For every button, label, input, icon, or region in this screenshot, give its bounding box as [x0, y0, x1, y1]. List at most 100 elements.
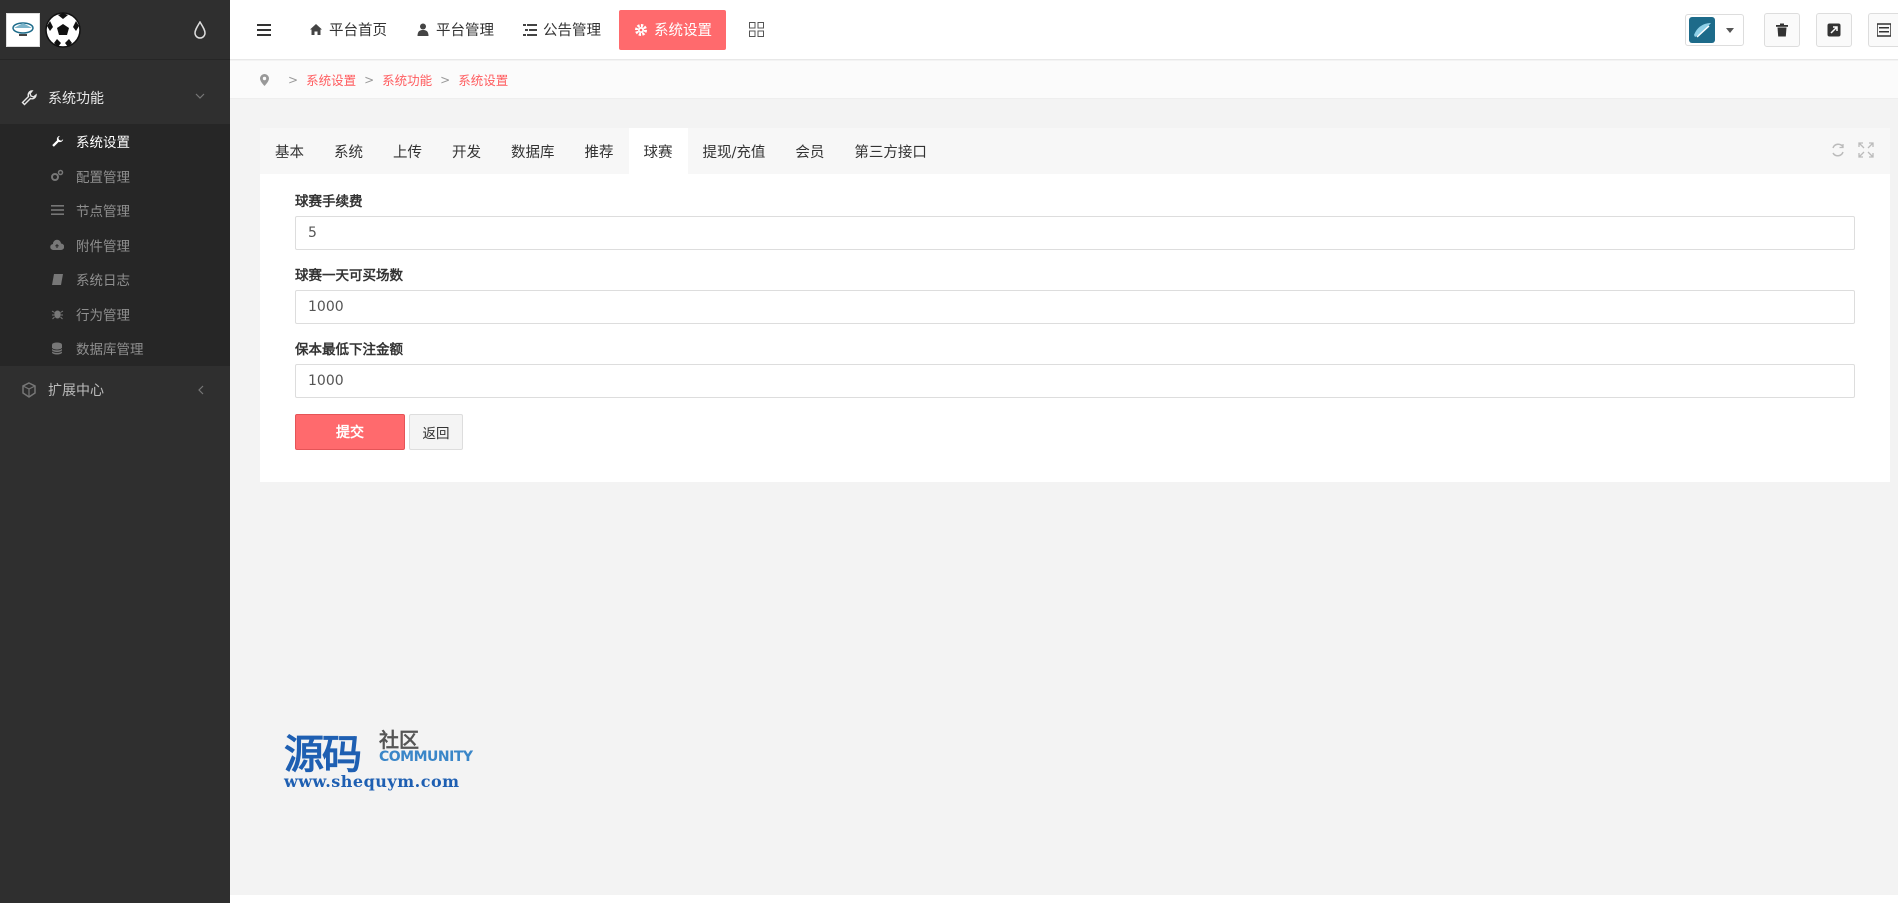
soccer-ball-logo: [44, 11, 82, 49]
top-nav-platform[interactable]: 平台管理: [401, 10, 508, 50]
trash-icon: [1775, 23, 1789, 37]
cloud-upload-icon: [50, 238, 64, 252]
settings-panel: 基本 系统 上传 开发 数据库 推荐 球赛 提现/充值 会员 第三方接口 球赛手…: [260, 128, 1890, 482]
tab-third-party[interactable]: 第三方接口: [839, 128, 942, 174]
list-icon: [50, 203, 64, 217]
top-header: 平台首页 平台管理 公告管理 系统设置: [230, 0, 1898, 60]
fullscreen-icon[interactable]: [1846, 142, 1874, 158]
sidebar-group-label: 扩展中心: [48, 382, 104, 399]
apps-grid-icon[interactable]: [746, 20, 766, 40]
sidebar-item-system-settings[interactable]: 系统设置: [0, 124, 230, 159]
sidebar-item-label: 配置管理: [76, 169, 130, 186]
submit-button[interactable]: 提交: [295, 414, 405, 450]
breadcrumb-separator: >: [288, 72, 299, 87]
watermark-english-text: COMMUNITY: [379, 749, 473, 765]
field-label: 保本最低下注金额: [295, 342, 403, 358]
external-link-icon: [1827, 23, 1841, 37]
sidebar-item-label: 数据库管理: [76, 342, 144, 359]
sidebar: 系统功能 系统设置 配置管理 节点管理 附件管理 系统日志 行为管理 数据库管理…: [0, 0, 230, 903]
sidebar-item-behavior[interactable]: 行为管理: [0, 297, 230, 332]
match-settings-form: 球赛手续费 球赛一天可买场数 保本最低下注金额 提交 返回: [260, 174, 1890, 450]
top-nav-label: 系统设置: [654, 23, 712, 39]
layout-toggle-button[interactable]: [1868, 13, 1898, 47]
chevron-left-icon: [196, 384, 206, 396]
top-nav-label: 公告管理: [543, 23, 601, 39]
daily-match-limit-input[interactable]: [295, 290, 1855, 324]
tab-upload[interactable]: 上传: [378, 128, 437, 174]
sidebar-item-label: 附件管理: [76, 238, 130, 255]
bug-icon: [50, 307, 64, 321]
tab-match[interactable]: 球赛: [628, 128, 688, 174]
field-label: 球赛一天可买场数: [295, 268, 403, 284]
sidebar-item-attachments[interactable]: 附件管理: [0, 228, 230, 263]
watermark-logo: 源码 社区 COMMUNITY www.shequym.com: [284, 722, 504, 792]
tab-database[interactable]: 数据库: [496, 128, 570, 174]
min-bet-amount-input[interactable]: [295, 364, 1855, 398]
sidebar-item-nodes[interactable]: 节点管理: [0, 193, 230, 228]
match-fee-input[interactable]: [295, 216, 1855, 250]
sidebar-item-label: 行为管理: [76, 307, 130, 324]
breadcrumb-link[interactable]: 系统功能: [382, 70, 432, 89]
top-nav-home[interactable]: 平台首页: [294, 10, 401, 50]
layout-list-icon: [1876, 23, 1891, 37]
panel-tools: [1818, 142, 1874, 158]
user-menu-button[interactable]: [1685, 14, 1744, 46]
top-nav-label: 平台首页: [329, 23, 387, 39]
clear-cache-button[interactable]: [1764, 13, 1800, 47]
tab-develop[interactable]: 开发: [437, 128, 496, 174]
refresh-icon[interactable]: [1818, 142, 1846, 158]
sidebar-submenu: 系统设置 配置管理 节点管理 附件管理 系统日志 行为管理 数据库管理: [0, 124, 230, 366]
sidebar-item-label: 节点管理: [76, 204, 130, 221]
sidebar-group-label: 系统功能: [48, 91, 104, 107]
top-nav-notice[interactable]: 公告管理: [508, 10, 615, 50]
logo-bar: [0, 0, 230, 60]
watermark-url: www.shequym.com: [284, 772, 460, 791]
list-alt-icon: [522, 22, 537, 37]
book-icon: [50, 272, 64, 286]
sidebar-item-database[interactable]: 数据库管理: [0, 331, 230, 366]
user-icon: [415, 22, 430, 37]
site-logo[interactable]: [6, 12, 40, 47]
back-button[interactable]: 返回: [409, 414, 463, 450]
tab-basic[interactable]: 基本: [260, 128, 319, 174]
cubes-icon: [20, 381, 38, 399]
form-actions: 提交 返回: [295, 414, 1855, 450]
sidebar-item-logs[interactable]: 系统日志: [0, 262, 230, 297]
form-field: 保本最低下注金额: [295, 340, 1855, 398]
open-site-button[interactable]: [1816, 13, 1852, 47]
tab-system[interactable]: 系统: [319, 128, 378, 174]
top-nav-label: 平台管理: [436, 23, 494, 39]
tab-recommend[interactable]: 推荐: [570, 128, 629, 174]
header-tools: [1685, 10, 1898, 50]
breadcrumb-separator: >: [440, 72, 451, 87]
hamburger-menu-icon[interactable]: [252, 18, 276, 42]
caret-down-icon: [1725, 25, 1735, 35]
breadcrumb-separator: >: [364, 72, 375, 87]
footer: [230, 895, 1898, 903]
top-nav-settings[interactable]: 系统设置: [619, 9, 726, 50]
sidebar-item-label: 系统设置: [76, 135, 130, 152]
form-field: 球赛一天可买场数: [295, 266, 1855, 324]
tab-member[interactable]: 会员: [780, 128, 839, 174]
breadcrumb-link[interactable]: 系统设置: [458, 70, 508, 89]
sidebar-group-extensions[interactable]: 扩展中心: [0, 370, 230, 410]
database-icon: [50, 341, 64, 355]
field-label: 球赛手续费: [295, 194, 363, 210]
cogs-icon: [50, 169, 64, 183]
settings-tabs: 基本 系统 上传 开发 数据库 推荐 球赛 提现/充值 会员 第三方接口: [260, 128, 1890, 174]
breadcrumb-link[interactable]: 系统设置: [306, 70, 356, 89]
chevron-down-icon: [194, 90, 206, 102]
home-icon: [308, 22, 323, 37]
sidebar-group-system[interactable]: 系统功能: [0, 72, 230, 124]
sidebar-item-label: 系统日志: [76, 273, 130, 290]
avatar: [1689, 17, 1715, 43]
form-field: 球赛手续费: [295, 192, 1855, 250]
wrench-icon: [20, 89, 38, 107]
gear-icon: [633, 22, 648, 37]
tab-withdraw-recharge[interactable]: 提现/充值: [688, 128, 781, 174]
map-marker-icon: [258, 73, 270, 86]
breadcrumb: > 系统设置 > 系统功能 > 系统设置: [230, 61, 1898, 99]
wrench-icon: [50, 134, 64, 148]
theme-drop-icon[interactable]: [190, 20, 210, 40]
sidebar-item-config[interactable]: 配置管理: [0, 159, 230, 194]
